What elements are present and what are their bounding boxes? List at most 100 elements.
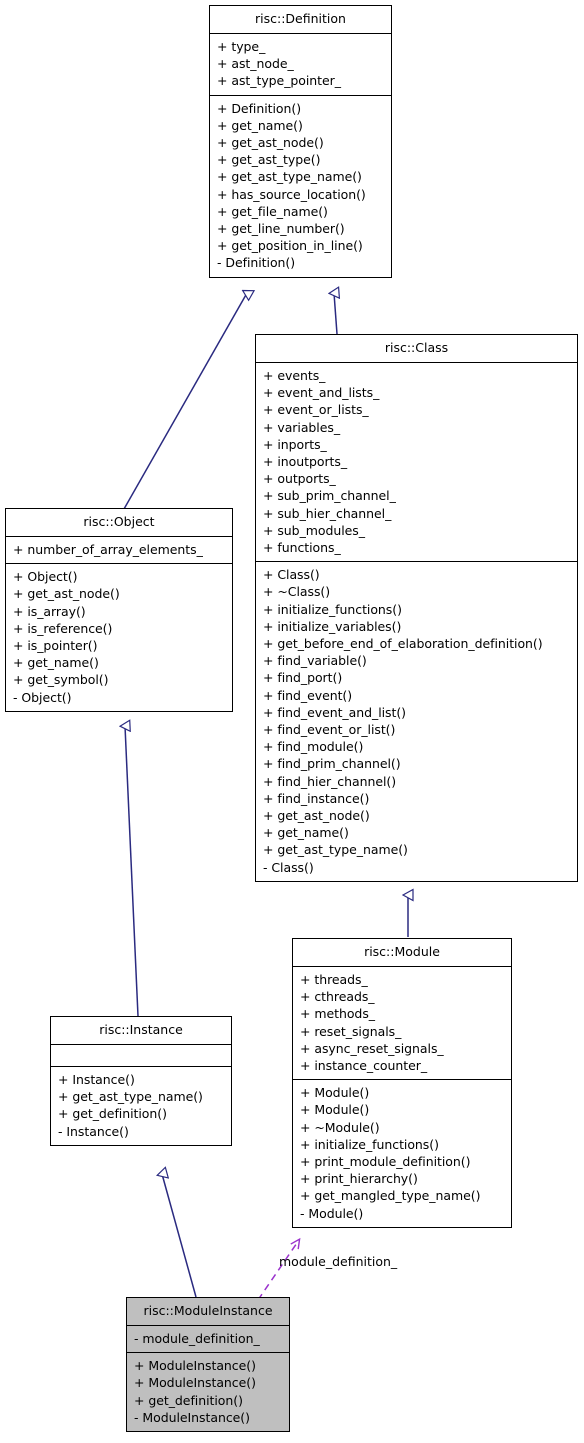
method-item: + get_ast_node() bbox=[13, 586, 120, 602]
method-item: + get_mangled_type_name() bbox=[300, 1188, 481, 1204]
method-item: + get_ast_node() bbox=[217, 135, 324, 151]
method-item: + is_pointer() bbox=[13, 638, 98, 654]
attributes-compartment-moduleinstance: - module_definition_ bbox=[127, 1325, 289, 1352]
class-node-instance[interactable]: risc::Instance + Instance() + get_ast_ty… bbox=[50, 1016, 232, 1146]
method-item: + get_definition() bbox=[58, 1106, 167, 1122]
attributes-compartment-object: + number_of_array_elements_ bbox=[6, 536, 232, 563]
attributes-compartment-class: + events_ + event_and_lists_ + event_or_… bbox=[256, 362, 577, 561]
methods-compartment-moduleinstance: + ModuleInstance() + ModuleInstance() + … bbox=[127, 1352, 289, 1431]
method-item: + find_event_and_list() bbox=[263, 704, 407, 720]
attribute-item: - module_definition_ bbox=[134, 1331, 260, 1346]
method-item: + initialize_variables() bbox=[263, 618, 402, 634]
method-item: - Class() bbox=[263, 859, 314, 875]
class-node-object[interactable]: risc::Object + number_of_array_elements_… bbox=[5, 508, 233, 712]
class-node-definition[interactable]: risc::Definition + type_ + ast_node_ + a… bbox=[209, 5, 392, 278]
attribute-item: + sub_modules_ bbox=[263, 522, 365, 538]
method-item: + get_file_name() bbox=[217, 203, 328, 219]
edge-moduleinstance-to-instance bbox=[162, 1174, 197, 1298]
class-title-object: risc::Object bbox=[83, 514, 155, 529]
attribute-item: + sub_hier_channel_ bbox=[263, 505, 392, 521]
class-node-class[interactable]: risc::Class + events_ + event_and_lists_… bbox=[255, 334, 578, 882]
method-item: - Definition() bbox=[217, 255, 296, 271]
method-item: - Instance() bbox=[58, 1123, 129, 1139]
method-item: + initialize_functions() bbox=[300, 1136, 439, 1152]
attribute-item: + sub_prim_channel_ bbox=[263, 488, 396, 504]
method-item: + find_port() bbox=[263, 670, 343, 686]
method-item: - ModuleInstance() bbox=[134, 1409, 250, 1425]
methods-compartment-definition: + Definition() + get_name() + get_ast_no… bbox=[210, 94, 391, 277]
method-item: + get_before_end_of_elaboration_definiti… bbox=[263, 636, 543, 652]
method-item: + find_event_or_list() bbox=[263, 722, 396, 738]
method-item: + Definition() bbox=[217, 100, 302, 116]
method-item: + get_ast_type_name() bbox=[58, 1089, 203, 1105]
edge-instance-to-object bbox=[125, 726, 139, 1017]
method-item: + get_ast_type_name() bbox=[217, 169, 362, 185]
edge-object-to-definition bbox=[123, 293, 247, 510]
attribute-item: + methods_ bbox=[300, 1006, 375, 1022]
method-item: + find_variable() bbox=[263, 653, 367, 669]
method-item: + get_ast_type() bbox=[217, 152, 321, 168]
attributes-compartment-definition: + type_ + ast_node_ + ast_type_pointer_ bbox=[210, 33, 391, 95]
method-item: + get_definition() bbox=[134, 1392, 243, 1408]
method-item: + ModuleInstance() bbox=[134, 1358, 256, 1374]
class-node-moduleinstance[interactable]: risc::ModuleInstance - module_definition… bbox=[126, 1297, 290, 1433]
class-title-definition: risc::Definition bbox=[255, 11, 346, 26]
method-item: + Class() bbox=[263, 567, 320, 583]
method-item: + Object() bbox=[13, 569, 78, 585]
attribute-item: + cthreads_ bbox=[300, 989, 375, 1005]
method-item: - Object() bbox=[13, 689, 72, 705]
class-title-module: risc::Module bbox=[364, 944, 440, 959]
method-item: + print_hierarchy() bbox=[300, 1171, 418, 1187]
class-title-moduleinstance: risc::ModuleInstance bbox=[143, 1303, 273, 1318]
attribute-item: + instance_counter_ bbox=[300, 1058, 428, 1074]
class-diagram-canvas: risc::Definition + type_ + ast_node_ + a… bbox=[0, 0, 584, 1443]
attribute-item: + number_of_array_elements_ bbox=[13, 542, 203, 557]
method-item: + is_array() bbox=[13, 603, 86, 619]
method-item: + get_name() bbox=[13, 655, 99, 671]
attribute-item: + inoutports_ bbox=[263, 454, 348, 470]
method-item: + Instance() bbox=[58, 1072, 135, 1087]
class-node-module[interactable]: risc::Module + threads_ + cthreads_ + me… bbox=[292, 938, 512, 1228]
method-item: - Module() bbox=[300, 1205, 364, 1221]
methods-compartment-module: + Module() + Module() + ~Module() + init… bbox=[293, 1079, 511, 1227]
method-item: + Module() bbox=[300, 1085, 370, 1101]
attribute-item: + event_and_lists_ bbox=[263, 385, 380, 401]
methods-compartment-object: + Object() + get_ast_node() + is_array()… bbox=[6, 563, 232, 711]
edge-moduleinstance-to-module bbox=[257, 1237, 301, 1301]
method-item: + get_symbol() bbox=[13, 672, 109, 688]
method-item: + get_ast_node() bbox=[263, 808, 370, 824]
attributes-compartment-module: + threads_ + cthreads_ + methods_ + rese… bbox=[293, 966, 511, 1079]
edge-label-module-definition: module_definition_ bbox=[279, 1254, 398, 1269]
method-item: + ModuleInstance() bbox=[134, 1375, 256, 1391]
methods-compartment-instance: + Instance() + get_ast_type_name() + get… bbox=[51, 1066, 231, 1145]
method-item: + initialize_functions() bbox=[263, 601, 402, 617]
method-item: + ~Module() bbox=[300, 1119, 380, 1135]
method-item: + find_instance() bbox=[263, 790, 370, 806]
method-item: + get_name() bbox=[217, 117, 303, 133]
class-title-class: risc::Class bbox=[384, 340, 449, 355]
method-item: + find_module() bbox=[263, 739, 364, 755]
method-item: + find_prim_channel() bbox=[263, 756, 401, 772]
method-item: + is_reference() bbox=[13, 620, 113, 636]
attribute-item: + ast_type_pointer_ bbox=[217, 73, 341, 89]
methods-compartment-class: + Class() + ~Class() + initialize_functi… bbox=[256, 561, 577, 881]
attribute-item: + outports_ bbox=[263, 471, 336, 487]
method-item: + get_name() bbox=[263, 825, 349, 841]
method-item: + print_module_definition() bbox=[300, 1154, 471, 1170]
method-item: + Module() bbox=[300, 1102, 370, 1118]
method-item: + has_source_location() bbox=[217, 186, 366, 202]
class-title-instance: risc::Instance bbox=[99, 1022, 183, 1037]
method-item: + ~Class() bbox=[263, 584, 331, 600]
attribute-item: + event_or_lists_ bbox=[263, 402, 369, 418]
attribute-item: + inports_ bbox=[263, 436, 327, 452]
attribute-item: + type_ bbox=[217, 39, 266, 54]
attribute-item: + threads_ bbox=[300, 972, 368, 987]
attribute-item: + events_ bbox=[263, 368, 326, 383]
attribute-item: + ast_node_ bbox=[217, 56, 294, 72]
attribute-item: + variables_ bbox=[263, 419, 341, 435]
method-item: + get_ast_type_name() bbox=[263, 842, 408, 858]
attributes-compartment-instance bbox=[51, 1044, 231, 1066]
edge-class-to-definition bbox=[334, 293, 337, 335]
attribute-item: + reset_signals_ bbox=[300, 1023, 402, 1039]
method-item: + get_position_in_line() bbox=[217, 238, 363, 254]
